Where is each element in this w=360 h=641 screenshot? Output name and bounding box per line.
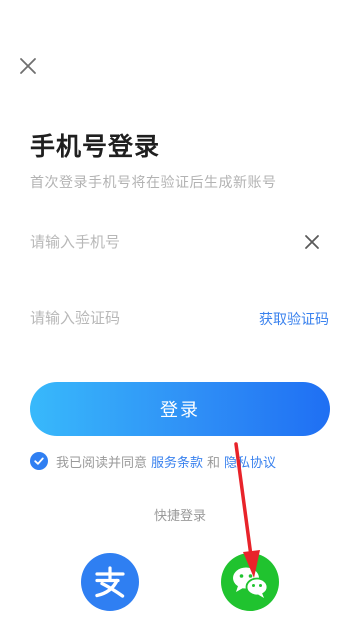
agreement-row: 我已阅读并同意 服务条款 和 隐私协议 — [30, 451, 280, 471]
page-subtitle: 首次登录手机号将在验证后生成新账号 — [30, 175, 277, 191]
get-code-button[interactable]: 获取验证码 — [259, 309, 329, 329]
agreement-prefix: 我已阅读并同意 — [56, 455, 148, 471]
alipay-login-button[interactable] — [81, 553, 139, 611]
wechat-login-button[interactable] — [221, 553, 279, 611]
close-icon — [20, 58, 36, 74]
phone-input[interactable] — [30, 228, 290, 256]
alipay-icon — [95, 566, 125, 598]
code-input[interactable] — [30, 304, 230, 332]
wechat-icon — [233, 567, 269, 598]
close-button[interactable] — [16, 54, 40, 78]
clear-phone-button[interactable] — [301, 231, 323, 253]
check-icon — [34, 457, 44, 465]
privacy-link[interactable]: 隐私协议 — [224, 452, 276, 471]
quick-login-label: 快捷登录 — [153, 509, 206, 524]
agreement-and: 和 — [207, 455, 221, 471]
agreement-checkbox[interactable] — [30, 452, 48, 470]
login-button[interactable]: 登录 — [30, 382, 330, 436]
login-screen: 手机号登录 首次登录手机号将在验证后生成新账号 获取验证码 登录 我已阅读并同意… — [0, 0, 360, 641]
clear-icon — [305, 235, 319, 249]
page-title: 手机号登录 — [30, 132, 161, 161]
terms-link[interactable]: 服务条款 — [151, 452, 203, 471]
